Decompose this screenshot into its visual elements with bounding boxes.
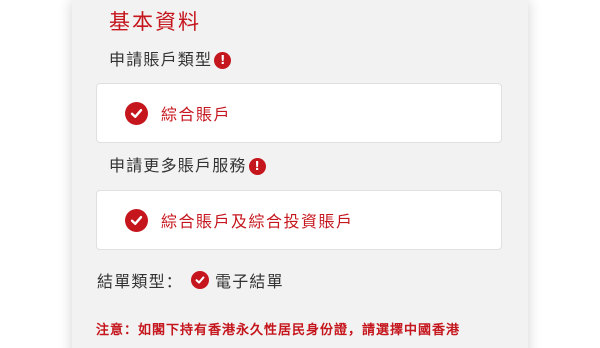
account-type-label-row: 申請賬戶類型 ! <box>109 49 232 71</box>
statement-type-value: 電子結單 <box>215 272 284 291</box>
check-circle-icon <box>125 208 148 232</box>
account-type-option-label: 綜合賬戶 <box>161 105 232 124</box>
statement-type-label: 結單類型： <box>97 272 184 291</box>
account-type-option[interactable]: 綜合賬戶 <box>96 83 502 143</box>
basic-info-card: 基本資料 申請賬戶類型 ! 綜合賬戶 申請更多賬戶服務 ! 綜合賬戶及綜合投資賬… <box>72 0 528 348</box>
check-circle-icon <box>125 101 148 125</box>
residency-note: 注意：如閣下持有香港永久性居民身份證，請選擇中國香港 <box>96 323 461 338</box>
page: 基本資料 申請賬戶類型 ! 綜合賬戶 申請更多賬戶服務 ! 綜合賬戶及綜合投資賬… <box>0 0 600 348</box>
more-services-option[interactable]: 綜合賬戶及綜合投資賬戶 <box>96 190 502 250</box>
exclamation-icon: ! <box>248 157 266 175</box>
account-type-label: 申請賬戶類型 <box>109 50 213 69</box>
check-circle-icon[interactable] <box>191 271 210 289</box>
section-title: 基本資料 <box>109 10 201 34</box>
more-services-label-row: 申請更多賬戶服務 ! <box>109 155 266 177</box>
exclamation-icon: ! <box>214 51 232 69</box>
statement-type-row: 結單類型： 電子結單 <box>97 268 284 292</box>
more-services-option-label: 綜合賬戶及綜合投資賬戶 <box>161 212 354 231</box>
more-services-label: 申請更多賬戶服務 <box>109 156 247 175</box>
